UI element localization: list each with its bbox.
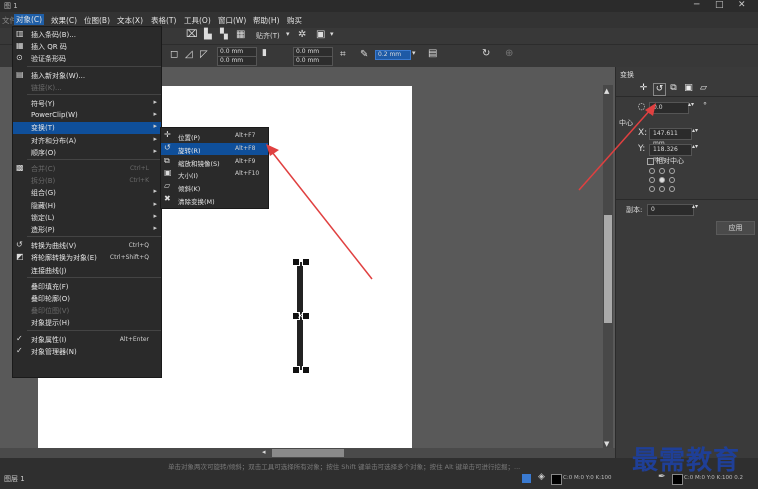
arrow-to-docker (578, 103, 656, 191)
annotation-arrows (266, 103, 656, 280)
watermark-logo: 最需教育 (632, 446, 741, 476)
arrow-to-rotate (266, 144, 373, 280)
